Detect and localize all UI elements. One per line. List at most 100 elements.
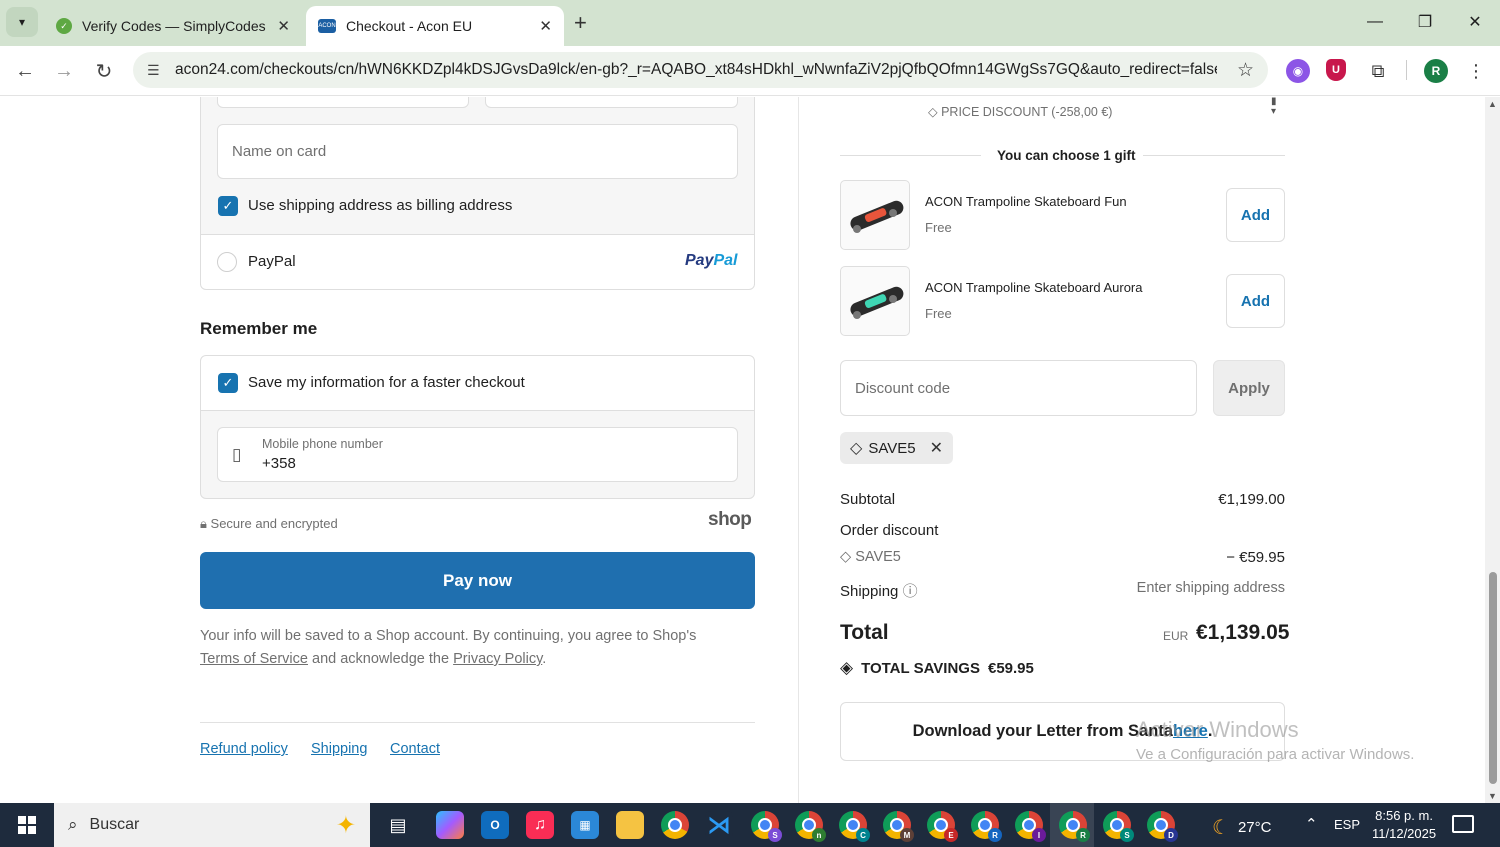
close-icon[interactable]: ✕ xyxy=(539,17,552,35)
file-explorer-icon[interactable] xyxy=(616,811,644,839)
scroll-down-icon[interactable]: ▼ xyxy=(1488,791,1497,801)
save-info-checkbox[interactable]: ✓ xyxy=(218,373,238,393)
bookmark-star-icon[interactable]: ☆ xyxy=(1237,59,1254,82)
expiry-field[interactable] xyxy=(485,97,738,108)
url-text[interactable]: acon24.com/checkouts/cn/hWN6KKDZpl4kDSJG… xyxy=(175,61,1217,79)
name-on-card-field[interactable]: Name on card xyxy=(217,124,738,179)
chrome-profile-icon[interactable]: M xyxy=(883,811,914,842)
kebab-menu-icon[interactable]: ⋮ xyxy=(1464,59,1488,83)
language-indicator[interactable]: ESP xyxy=(1334,817,1360,832)
music-icon[interactable]: ♫ xyxy=(526,811,554,839)
terms-of-service-link[interactable]: Terms of Service xyxy=(200,651,308,667)
chevron-up-icon[interactable]: ⌃ xyxy=(1305,815,1318,833)
new-tab-button[interactable]: + xyxy=(574,10,587,36)
reload-button[interactable]: ↻ xyxy=(90,57,118,85)
arrow-left-icon: ← xyxy=(15,59,35,82)
close-icon[interactable]: ✕ xyxy=(277,17,290,35)
privacy-policy-link[interactable]: Privacy Policy xyxy=(453,651,542,667)
gift-price-aurora: Free xyxy=(925,306,952,321)
forward-button[interactable]: → xyxy=(50,57,78,85)
refund-policy-link[interactable]: Refund policy xyxy=(200,741,288,757)
chrome-profile-icon[interactable]: R xyxy=(1059,811,1090,842)
help-circle-icon[interactable]: ⓘ xyxy=(903,583,918,600)
security-code-field[interactable] xyxy=(217,97,469,108)
legal-text-3: . xyxy=(542,651,547,667)
close-window-icon[interactable]: ✕ xyxy=(1450,0,1500,44)
lock-icon: 🔒︎ xyxy=(200,516,211,531)
billing-checkbox[interactable]: ✓ xyxy=(218,196,238,216)
mobile-phone-field[interactable]: ▯ Mobile phone number +358 xyxy=(217,427,738,482)
windows-logo-icon xyxy=(18,816,36,834)
copilot-icon[interactable] xyxy=(436,811,464,839)
extensions-puzzle-icon[interactable]: ⧉ xyxy=(1366,59,1390,83)
notification-icon[interactable] xyxy=(1452,815,1474,833)
store-icon[interactable]: ▦ xyxy=(571,811,599,839)
chrome-profile-icon[interactable]: E xyxy=(927,811,958,842)
gift-thumbnail-aurora xyxy=(840,266,910,336)
add-gift-aurora-button[interactable]: Add xyxy=(1226,274,1285,328)
tag-icon: ◇ xyxy=(850,440,863,457)
chrome-icon[interactable] xyxy=(661,811,689,839)
legal-text-2: and acknowledge the xyxy=(307,651,454,667)
weather-widget[interactable]: ☾ 27°C xyxy=(1212,815,1271,840)
ai-extension-icon[interactable]: ◉ xyxy=(1286,59,1310,83)
chrome-profile-icon[interactable]: S xyxy=(751,811,782,842)
subtotal-value: €1,199.00 xyxy=(1218,491,1285,508)
paypal-label: PayPal xyxy=(248,253,296,270)
ublock-shield-icon[interactable]: U xyxy=(1326,59,1346,81)
start-button[interactable] xyxy=(0,803,54,847)
arrow-right-icon: → xyxy=(54,59,74,82)
sparkle-icon: ✦ xyxy=(335,812,356,839)
site-info-icon[interactable]: ☰ xyxy=(147,62,171,79)
profile-badge: I xyxy=(1032,828,1046,842)
tab-search-button[interactable]: ▾ xyxy=(6,7,38,37)
address-bar[interactable]: ☰ acon24.com/checkouts/cn/hWN6KKDZpl4kDS… xyxy=(133,52,1268,88)
chrome-profile-icon[interactable]: D xyxy=(1147,811,1178,842)
chrome-profile-icon[interactable]: n xyxy=(795,811,826,842)
restore-icon[interactable]: ❐ xyxy=(1400,0,1450,44)
phone-value[interactable]: +358 xyxy=(262,455,296,472)
total-savings: ◈ TOTAL SAVINGS €59.95 xyxy=(840,658,1034,678)
profile-badge: n xyxy=(812,828,826,842)
tab-title: Checkout - Acon EU xyxy=(346,18,473,34)
shipping-link[interactable]: Shipping xyxy=(311,741,367,757)
chrome-profile-icon[interactable]: R xyxy=(971,811,1002,842)
applied-code-text: SAVE5 xyxy=(868,439,916,457)
profile-avatar[interactable]: R xyxy=(1424,59,1448,83)
add-gift-fun-button[interactable]: Add xyxy=(1226,188,1285,242)
cart-scroll-arrows[interactable]: ▮ ▾ xyxy=(1271,97,1277,117)
outlook-icon[interactable]: O xyxy=(481,811,509,839)
secure-text: Secure and encrypted xyxy=(210,516,338,531)
back-button[interactable]: ← xyxy=(11,57,39,85)
taskbar-search[interactable]: ⌕ Buscar ✦ xyxy=(54,803,370,847)
minimize-icon[interactable]: — xyxy=(1350,0,1400,44)
legal-text: Your info will be saved to a Shop accoun… xyxy=(200,625,760,671)
apply-discount-button[interactable]: Apply xyxy=(1213,360,1285,416)
checkout-page: Name on card ✓ Use shipping address as b… xyxy=(0,97,1500,803)
pay-now-button[interactable]: Pay now xyxy=(200,552,755,609)
page-scrollbar[interactable]: ▲ ▼ xyxy=(1485,97,1500,803)
chrome-profile-icon[interactable]: C xyxy=(839,811,870,842)
chrome-profile-icon[interactable]: I xyxy=(1015,811,1046,842)
discount-code-input[interactable]: Discount code xyxy=(840,360,1197,416)
remove-code-icon[interactable]: ✕ xyxy=(930,438,943,458)
paypal-radio[interactable] xyxy=(217,252,237,272)
skateboard-aurora-image xyxy=(850,286,904,319)
tab-checkout[interactable]: ACON Checkout - Acon EU ✕ xyxy=(306,6,564,46)
system-clock[interactable]: 8:56 p. m. 11/12/2025 xyxy=(1372,807,1436,843)
windows-activation-subtitle: Ve a Configuración para activar Windows. xyxy=(1136,746,1415,763)
tab-simplycodes[interactable]: ✓ Verify Codes — SimplyCodes ✕ xyxy=(44,6,302,46)
chrome-profile-icon[interactable]: S xyxy=(1103,811,1134,842)
scroll-up-icon[interactable]: ▲ xyxy=(1488,99,1497,109)
order-discount-label: Order discount xyxy=(840,522,939,539)
contact-link[interactable]: Contact xyxy=(390,741,440,757)
vscode-icon[interactable]: ⋊ xyxy=(705,811,733,839)
browser-toolbar: ← → ↻ ☰ acon24.com/checkouts/cn/hWN6KKDZ… xyxy=(0,46,1500,96)
gift-heading: You can choose 1 gift xyxy=(997,148,1136,163)
savings-tag-icon: ◈ xyxy=(840,658,854,677)
price-discount-text: PRICE DISCOUNT (-258,00 €) xyxy=(941,105,1113,119)
scrollbar-thumb[interactable] xyxy=(1489,572,1497,784)
taskbar-search-placeholder: Buscar xyxy=(89,816,140,833)
task-view-icon[interactable]: ▤ xyxy=(384,811,412,839)
secure-note: 🔒︎ Secure and encrypted xyxy=(200,516,338,532)
